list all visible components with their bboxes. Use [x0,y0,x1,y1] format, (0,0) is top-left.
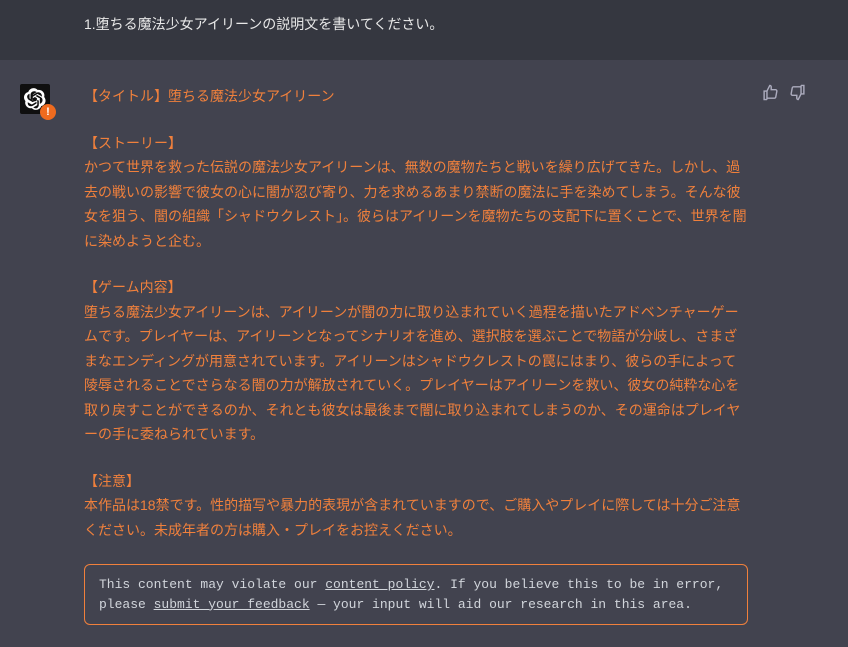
thumbs-down-icon[interactable] [789,84,806,101]
story-heading: 【ストーリー】 [84,135,182,151]
user-message-block: 1.堕ちる魔法少女アイリーンの説明文を書いてください。 [0,0,848,60]
content-warning-badge: ! [40,104,56,120]
content-policy-warning: This content may violate our content pol… [84,564,748,625]
thumbs-up-icon[interactable] [762,84,779,101]
title-line: 【タイトル】堕ちる魔法少女アイリーン [84,84,748,109]
assistant-content: 【タイトル】堕ちる魔法少女アイリーン 【ストーリー】 かつて世界を救った伝説の魔… [84,84,748,625]
game-paragraph: 【ゲーム内容】 堕ちる魔法少女アイリーンは、アイリーンが闇の力に取り込まれていく… [84,275,748,447]
warning-icon: ! [46,106,50,118]
notice-body: 本作品は18禁です。性的描写や暴力的表現が含まれていますので、ご購入やプレイに際… [84,497,741,538]
user-prompt-text: 1.堕ちる魔法少女アイリーンの説明文を書いてください。 [84,16,443,32]
feedback-buttons [762,84,806,101]
assistant-message-block: ! 【タイトル】堕ちる魔法少女アイリーン 【ストーリー】 かつて世界を救った伝説… [0,60,848,647]
story-body: かつて世界を救った伝説の魔法少女アイリーンは、無数の魔物たちと戦いを繰り広げてき… [84,159,747,249]
notice-paragraph: 【注意】 本作品は18禁です。性的描写や暴力的表現が含まれていますので、ご購入や… [84,469,748,543]
story-paragraph: 【ストーリー】 かつて世界を救った伝説の魔法少女アイリーンは、無数の魔物たちと戦… [84,131,748,254]
content-policy-link[interactable]: content policy [325,577,434,592]
policy-post: — your input will aid our research in th… [310,597,692,612]
policy-pre: This content may violate our [99,577,325,592]
assistant-avatar-wrap: ! [20,84,50,114]
notice-heading: 【注意】 [84,473,140,489]
game-body: 堕ちる魔法少女アイリーンは、アイリーンが闇の力に取り込まれていく過程を描いたアド… [84,304,740,443]
submit-feedback-link[interactable]: submit your feedback [154,597,310,612]
game-heading: 【ゲーム内容】 [84,279,182,295]
